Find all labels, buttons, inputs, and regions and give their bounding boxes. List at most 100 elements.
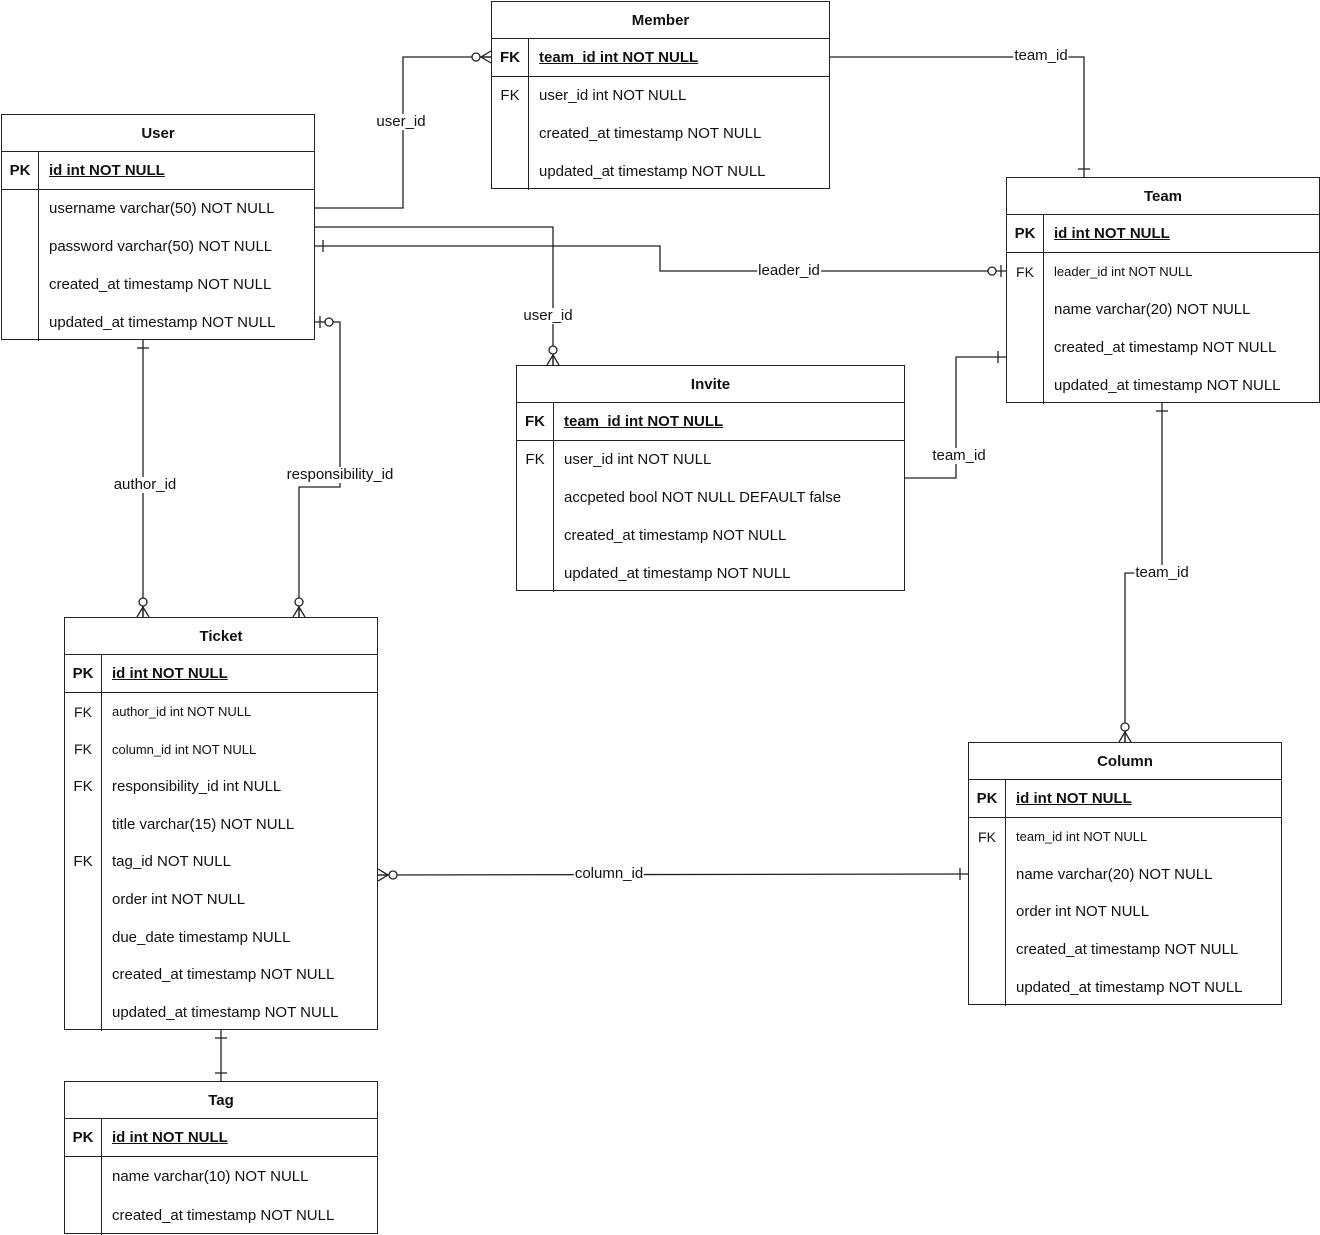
key-type xyxy=(65,1157,102,1196)
attribute-row: FKteam_id int NOT NULL xyxy=(969,818,1281,856)
key-type xyxy=(492,152,529,190)
crows-foot xyxy=(378,869,388,875)
field-definition: name varchar(20) NOT NULL xyxy=(1044,301,1250,318)
field-definition: created_at timestamp NOT NULL xyxy=(554,527,786,544)
crows-foot xyxy=(143,607,149,617)
key-type xyxy=(65,806,102,844)
field-definition: created_at timestamp NOT NULL xyxy=(102,966,334,983)
attribute-row: name varchar(10) NOT NULL xyxy=(65,1157,377,1196)
field-definition: created_at timestamp NOT NULL xyxy=(529,125,761,142)
attribute-row: FKauthor_id int NOT NULL xyxy=(65,693,377,731)
field-definition: leader_id int NOT NULL xyxy=(1044,264,1193,279)
entity-team[interactable]: TeamPKid int NOT NULLFKleader_id int NOT… xyxy=(1006,177,1320,403)
attribute-row: created_at timestamp NOT NULL xyxy=(517,517,904,555)
entity-tag[interactable]: TagPKid int NOT NULL name varchar(10) NOT… xyxy=(64,1081,378,1234)
field-definition: id int NOT NULL xyxy=(1044,225,1170,242)
crows-foot xyxy=(547,355,553,365)
field-definition: id int NOT NULL xyxy=(102,1129,228,1146)
key-type xyxy=(2,190,39,228)
attribute-row: FKresponsibility_id int NULL xyxy=(65,768,377,806)
cardinality-circle xyxy=(988,267,996,275)
relationship-label: responsibility_id xyxy=(286,467,395,483)
key-type: PK xyxy=(969,780,1006,817)
entity-title: User xyxy=(2,115,314,152)
field-definition: created_at timestamp NOT NULL xyxy=(1044,339,1276,356)
entity-user[interactable]: UserPKid int NOT NULLusername varchar(50… xyxy=(1,114,315,340)
field-definition: updated_at timestamp NOT NULL xyxy=(529,163,766,180)
field-definition: id int NOT NULL xyxy=(1006,790,1132,807)
attribute-row: updated_at timestamp NOT NULL xyxy=(969,968,1281,1006)
attribute-row: updated_at timestamp NOT NULL xyxy=(65,993,377,1031)
key-type: FK xyxy=(517,403,554,440)
key-type xyxy=(2,303,39,341)
relationship-line[interactable] xyxy=(315,227,553,365)
entity-ticket[interactable]: TicketPKid int NOT NULLFKauthor_id int N… xyxy=(64,617,378,1030)
entity-title: Team xyxy=(1007,178,1319,215)
relationship-line[interactable] xyxy=(315,57,491,208)
crows-foot xyxy=(481,51,491,57)
crows-foot xyxy=(553,355,559,365)
relationship-line[interactable] xyxy=(378,874,968,875)
key-type xyxy=(1007,291,1044,329)
crows-foot xyxy=(378,875,388,881)
entity-title: Column xyxy=(969,743,1281,780)
field-definition: id int NOT NULL xyxy=(39,162,165,179)
cardinality-circle xyxy=(325,318,333,326)
attribute-row: created_at timestamp NOT NULL xyxy=(65,1196,377,1235)
attribute-row: FKuser_id int NOT NULL xyxy=(517,441,904,479)
field-definition: team_id int NOT NULL xyxy=(1006,829,1147,844)
attribute-row: accpeted bool NOT NULL DEFAULT false xyxy=(517,479,904,517)
attribute-row: FKcolumn_id int NOT NULL xyxy=(65,731,377,769)
primary-key-row: PKid int NOT NULL xyxy=(65,1119,377,1157)
key-type xyxy=(1007,329,1044,367)
key-type xyxy=(65,993,102,1031)
primary-key-row: PKid int NOT NULL xyxy=(1007,215,1319,253)
crows-foot xyxy=(481,57,491,63)
key-type xyxy=(65,918,102,956)
key-type: FK xyxy=(65,731,102,769)
attribute-row: updated_at timestamp NOT NULL xyxy=(2,303,314,341)
field-definition: author_id int NOT NULL xyxy=(102,704,251,719)
entity-invite[interactable]: InviteFKteam_id int NOT NULLFKuser_id in… xyxy=(516,365,905,591)
attribute-row: order int NOT NULL xyxy=(969,893,1281,931)
cardinality-circle xyxy=(295,598,303,606)
field-definition: updated_at timestamp NOT NULL xyxy=(1006,979,1243,996)
attribute-row: FKuser_id int NOT NULL xyxy=(492,77,829,115)
key-type xyxy=(2,266,39,304)
key-type: FK xyxy=(517,441,554,479)
key-type: FK xyxy=(65,693,102,731)
relationship-line[interactable] xyxy=(830,57,1084,177)
attribute-row: updated_at timestamp NOT NULL xyxy=(1007,366,1319,404)
attribute-row: created_at timestamp NOT NULL xyxy=(2,266,314,304)
entity-title: Invite xyxy=(517,366,904,403)
field-definition: updated_at timestamp NOT NULL xyxy=(39,314,276,331)
key-type xyxy=(969,856,1006,894)
attribute-row: FKleader_id int NOT NULL xyxy=(1007,253,1319,291)
entity-column[interactable]: ColumnPKid int NOT NULL FKteam_id int NOT… xyxy=(968,742,1282,1005)
primary-key-row: PKid int NOT NULL xyxy=(65,655,377,693)
cardinality-circle xyxy=(139,598,147,606)
field-definition: name varchar(10) NOT NULL xyxy=(102,1168,308,1185)
key-type: PK xyxy=(65,1119,102,1156)
crows-foot xyxy=(1119,732,1125,742)
attribute-row: order int NOT NULL xyxy=(65,881,377,919)
primary-key-row: FKteam_id int NOT NULL xyxy=(492,39,829,77)
field-definition: column_id int NOT NULL xyxy=(102,742,256,757)
attribute-row: created_at timestamp NOT NULL xyxy=(492,115,829,153)
key-type: FK xyxy=(65,843,102,881)
primary-key-row: FKteam_id int NOT NULL xyxy=(517,403,904,441)
entity-member[interactable]: MemberFKteam_id int NOT NULLFKuser_id in… xyxy=(491,1,830,189)
field-definition: user_id int NOT NULL xyxy=(529,87,686,104)
key-type: PK xyxy=(65,655,102,692)
relationship-label: team_id xyxy=(1134,565,1189,581)
cardinality-circle xyxy=(389,871,397,879)
field-definition: updated_at timestamp NOT NULL xyxy=(1044,377,1281,394)
entity-title: Tag xyxy=(65,1082,377,1119)
attribute-row: FKtag_id NOT NULL xyxy=(65,843,377,881)
field-definition: id int NOT NULL xyxy=(102,665,228,682)
attribute-row: name varchar(20) NOT NULL xyxy=(969,856,1281,894)
field-definition: password varchar(50) NOT NULL xyxy=(39,238,272,255)
cardinality-circle xyxy=(472,53,480,61)
relationship-line[interactable] xyxy=(315,246,1006,271)
field-definition: updated_at timestamp NOT NULL xyxy=(554,565,791,582)
